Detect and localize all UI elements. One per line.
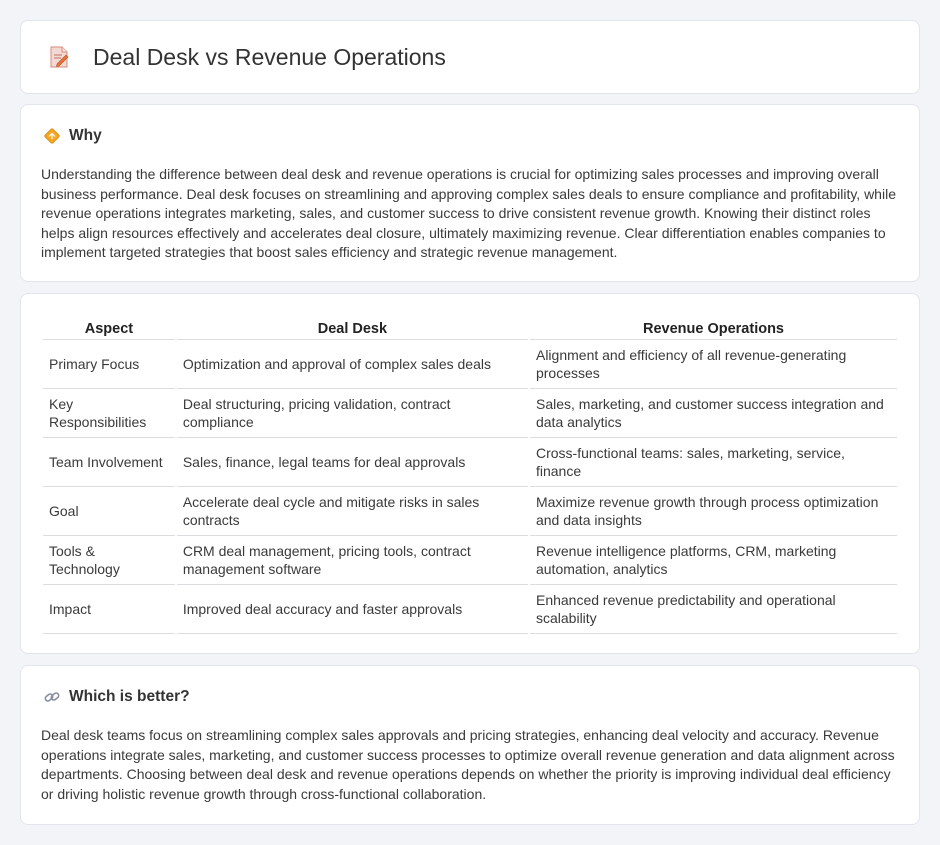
why-title: Why	[69, 127, 102, 144]
document-pencil-icon	[47, 45, 71, 69]
deal-desk-cell: Sales, finance, legal teams for deal app…	[176, 438, 528, 487]
deal-desk-cell: CRM deal management, pricing tools, cont…	[176, 536, 528, 585]
header-aspect: Aspect	[43, 314, 175, 340]
page-title: Deal Desk vs Revenue Operations	[93, 43, 446, 70]
table-row: Key Responsibilities Deal structuring, p…	[43, 389, 897, 438]
aspect-cell: Key Responsibilities	[43, 389, 175, 438]
revenue-operations-cell: Alignment and efficiency of all revenue-…	[529, 340, 897, 389]
table-row: Goal Accelerate deal cycle and mitigate …	[43, 487, 897, 536]
table-row: Tools & Technology CRM deal management, …	[43, 536, 897, 585]
why-text: Understanding the difference between dea…	[41, 166, 896, 261]
table-row: Team Involvement Sales, finance, legal t…	[43, 438, 897, 487]
revenue-operations-cell: Cross-functional teams: sales, marketing…	[529, 438, 897, 487]
table-row: Primary Focus Optimization and approval …	[43, 340, 897, 389]
deal-desk-cell: Improved deal accuracy and faster approv…	[176, 585, 528, 634]
aspect-cell: Goal	[43, 487, 175, 536]
which-is-better-section: Which is better? Deal desk teams focus o…	[20, 665, 920, 825]
link-icon	[43, 688, 61, 706]
revenue-operations-cell: Maximize revenue growth through process …	[529, 487, 897, 536]
aspect-cell: Impact	[43, 585, 175, 634]
which-is-better-text: Deal desk teams focus on streamlining co…	[41, 727, 895, 802]
comparison-table-card: Aspect Deal Desk Revenue Operations Prim…	[20, 293, 920, 654]
revenue-operations-cell: Revenue intelligence platforms, CRM, mar…	[529, 536, 897, 585]
aspect-cell: Team Involvement	[43, 438, 175, 487]
why-section: Why Understanding the difference between…	[20, 104, 920, 282]
header-revenue-operations: Revenue Operations	[529, 314, 897, 340]
deal-desk-cell: Optimization and approval of complex sal…	[176, 340, 528, 389]
revenue-operations-cell: Sales, marketing, and customer success i…	[529, 389, 897, 438]
aspect-cell: Primary Focus	[43, 340, 175, 389]
diamond-sign-icon	[43, 127, 61, 145]
which-is-better-title: Which is better?	[69, 688, 190, 705]
header-card: Deal Desk vs Revenue Operations	[20, 20, 920, 94]
comparison-table: Aspect Deal Desk Revenue Operations Prim…	[41, 314, 899, 634]
deal-desk-cell: Accelerate deal cycle and mitigate risks…	[176, 487, 528, 536]
aspect-cell: Tools & Technology	[43, 536, 175, 585]
header-deal-desk: Deal Desk	[176, 314, 528, 340]
table-header-row: Aspect Deal Desk Revenue Operations	[43, 314, 897, 340]
table-row: Impact Improved deal accuracy and faster…	[43, 585, 897, 634]
deal-desk-cell: Deal structuring, pricing validation, co…	[176, 389, 528, 438]
revenue-operations-cell: Enhanced revenue predictability and oper…	[529, 585, 897, 634]
